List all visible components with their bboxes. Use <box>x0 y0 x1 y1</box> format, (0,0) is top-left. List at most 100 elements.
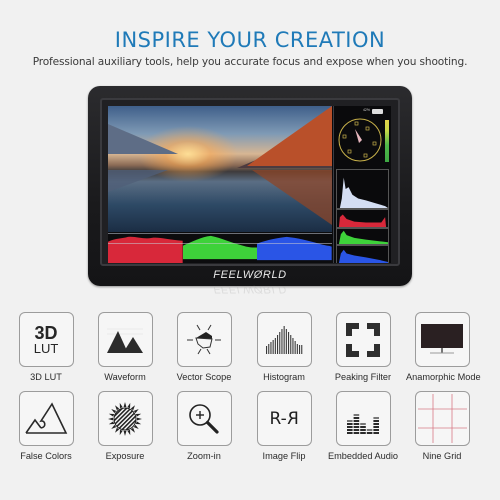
sun-ray <box>130 427 135 433</box>
audio-level-segment <box>353 422 360 425</box>
audio-level-segment <box>353 416 360 419</box>
sun-ray <box>133 424 139 429</box>
sun-ray <box>133 408 139 413</box>
feature-embedded-audio: Embedded Audio <box>327 391 399 461</box>
feature-label: Exposure <box>105 451 145 461</box>
sun-ray <box>119 429 123 435</box>
vector-scope-display <box>338 118 382 162</box>
magnifier-plus-icon <box>176 391 232 446</box>
audio-level-segment <box>347 425 353 428</box>
blue-histogram <box>336 245 389 263</box>
feature-label: Waveform <box>104 372 146 382</box>
sun-ray <box>127 402 131 408</box>
audio-bars-icon <box>335 391 391 446</box>
sun-ray <box>108 413 115 417</box>
waveform-blue <box>257 234 333 263</box>
flip-icon: R-R <box>256 391 312 446</box>
focus-corners-icon <box>335 312 391 367</box>
histogram-icon-bar <box>292 337 294 354</box>
feature-zoom-in: Zoom-in <box>168 391 240 461</box>
histogram-icon-bar <box>299 344 301 354</box>
battery-icon <box>372 109 383 114</box>
mountain-right-lit <box>247 106 332 166</box>
histogram-icon-bar <box>277 334 279 354</box>
feature-waveform: Waveform <box>89 312 161 382</box>
sun-ray <box>108 417 114 420</box>
mountains-icon <box>97 312 153 367</box>
histogram-icon-bar <box>285 328 287 354</box>
audio-level-segment <box>360 422 366 425</box>
audio-level-segment <box>373 425 379 428</box>
feature-exposure: Exposure <box>89 391 161 461</box>
feature-label: Nine Grid <box>422 451 462 461</box>
histogram-icon-bar <box>270 341 272 354</box>
field-monitor: 42% FEELWØRLD FEELWØRLD <box>88 86 412 295</box>
flip-icon-letter-mirrored: R <box>286 408 299 429</box>
sun-ray <box>136 417 142 420</box>
luma-histogram <box>336 169 389 209</box>
audio-level-segment <box>347 419 353 422</box>
feature-label: Histogram <box>263 372 305 382</box>
sun-ray <box>127 429 131 435</box>
histogram-icon-bar <box>301 344 303 354</box>
histogram-icon-bar <box>279 331 281 354</box>
sun-ray <box>123 430 127 436</box>
audio-level-meter <box>385 120 389 162</box>
audio-level-segment <box>373 416 379 419</box>
vector-scope-icon <box>176 312 232 367</box>
audio-level-segment <box>373 419 379 422</box>
feature-label: Vector Scope <box>176 372 232 382</box>
feature-3d-lut: 3D LUT 3D LUT <box>10 312 82 382</box>
sun-zebra-icon <box>97 391 153 446</box>
sun-ray <box>130 404 135 410</box>
histogram-icon-bar <box>266 345 268 354</box>
audio-level-segment <box>366 431 373 434</box>
flip-icon-separator: - <box>280 408 287 429</box>
feature-false-colors: False Colors <box>10 391 82 461</box>
mountain-left <box>108 124 178 154</box>
feature-label: Anamorphic Mode <box>406 372 481 382</box>
audio-level-segment <box>353 413 360 416</box>
lake-reflection-right <box>252 170 332 225</box>
page-subtitle: Professional auxiliary tools, help you a… <box>32 56 468 68</box>
brand-logo-reflection: FEELWØRLD <box>213 283 287 295</box>
histogram-icon-bar <box>272 339 274 354</box>
feature-anamorphic-mode: Anamorphic Mode <box>406 312 481 382</box>
sun-ray <box>115 427 120 433</box>
sun-ray <box>123 401 127 407</box>
audio-level-segment <box>360 431 366 434</box>
feature-label: Zoom-in <box>187 451 221 461</box>
sun-ray <box>115 404 120 410</box>
feature-label: 3D LUT <box>30 372 62 382</box>
audio-level-segment <box>360 428 366 431</box>
lut-icon-bottom-text: LUT <box>33 341 59 356</box>
lake-reflection-left <box>108 170 168 192</box>
battery-label: 42% <box>362 108 370 112</box>
feature-image-flip: R-R Image Flip <box>248 391 320 461</box>
audio-level-segment <box>353 425 360 428</box>
audio-level-segment <box>347 431 353 434</box>
lut-icon: 3D LUT <box>18 312 74 367</box>
histogram-icon-bar <box>296 343 298 354</box>
mountains-outline-icon <box>18 391 74 446</box>
sun-ray <box>111 424 117 429</box>
histogram-icon <box>256 312 312 367</box>
audio-level-segment <box>353 431 360 434</box>
histogram-icon-bar <box>274 337 276 354</box>
audio-level-segment <box>373 422 379 425</box>
flip-icon-letter: R <box>269 408 281 429</box>
feature-label: False Colors <box>20 451 72 461</box>
waveform-reference-line <box>108 243 332 244</box>
red-histogram <box>336 209 389 228</box>
feature-histogram: Histogram <box>248 312 320 382</box>
feature-vector-scope: Vector Scope <box>168 312 240 382</box>
histogram-icon-bar <box>268 343 270 354</box>
page-title: INSPIRE YOUR CREATION <box>114 28 386 52</box>
audio-level-segment <box>373 428 379 431</box>
audio-level-segment <box>360 425 366 428</box>
monitor-icon <box>414 312 470 367</box>
rgb-parade-waveform <box>108 233 333 263</box>
sun-ray <box>135 413 142 417</box>
green-histogram <box>336 228 389 245</box>
lut-icon-top-text: 3D <box>34 323 58 343</box>
